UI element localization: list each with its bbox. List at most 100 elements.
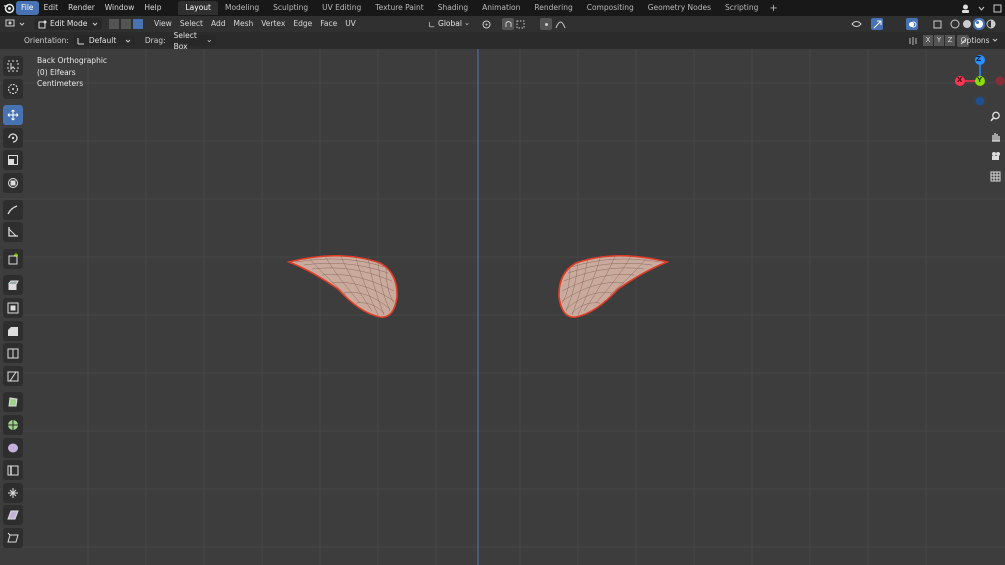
gizmo-z-negative[interactable] (975, 96, 985, 106)
options-button[interactable]: Options (958, 35, 1001, 46)
drag-label: Drag: (144, 36, 166, 45)
chevron-down-icon[interactable] (975, 2, 987, 14)
move-tool[interactable] (3, 105, 23, 126)
xray-toggle-icon[interactable] (931, 18, 943, 30)
view-name: Back Orthographic (37, 56, 108, 65)
pan-hand-icon[interactable] (988, 128, 1003, 144)
measure-tool[interactable] (3, 222, 23, 243)
tab-geometry-nodes[interactable]: Geometry Nodes (641, 1, 718, 15)
drag-dropdown[interactable]: Select Box (169, 31, 216, 51)
rendered-shading-icon[interactable] (985, 18, 997, 30)
menu-window[interactable]: Window (100, 1, 140, 15)
menu-face[interactable]: Face (316, 18, 341, 30)
left-toolbar (3, 56, 24, 550)
menu-edit[interactable]: Edit (39, 1, 64, 15)
scale-tool[interactable] (3, 150, 23, 171)
add-cube-tool[interactable] (3, 248, 23, 269)
tab-rendering[interactable]: Rendering (527, 1, 579, 15)
edge-select-button[interactable] (120, 18, 132, 30)
rip-region-tool[interactable] (3, 527, 23, 548)
pivot-point-icon[interactable] (480, 18, 492, 30)
blender-logo-icon[interactable] (2, 1, 16, 15)
3d-viewport[interactable]: Z X Y Back Orthographic (0) Elfears Cent… (0, 49, 1005, 565)
menu-edge[interactable]: Edge (289, 18, 316, 30)
inset-faces-tool[interactable] (3, 297, 23, 318)
gizmo-toggle-icon[interactable] (871, 18, 883, 30)
tab-modeling[interactable]: Modeling (218, 1, 266, 15)
select-box-tool[interactable] (3, 56, 23, 76)
mode-selector[interactable]: Edit Mode (34, 18, 102, 30)
menu-view[interactable]: View (150, 18, 176, 30)
shear-tool[interactable] (3, 505, 23, 526)
material-preview-icon[interactable] (973, 18, 985, 30)
annotate-tool[interactable] (3, 199, 23, 220)
menu-uv[interactable]: UV (341, 18, 360, 30)
snap-toggle-icon[interactable] (502, 18, 514, 30)
rotate-tool[interactable] (3, 127, 23, 148)
face-select-button[interactable] (132, 18, 144, 30)
add-workspace-button[interactable]: + (765, 3, 781, 14)
shrink-fatten-tool[interactable] (3, 482, 23, 503)
mirror-x-button[interactable]: X (923, 35, 933, 46)
editor-type-icon[interactable] (4, 18, 16, 30)
menu-vertex[interactable]: Vertex (257, 18, 289, 30)
tab-layout[interactable]: Layout (178, 1, 218, 15)
zoom-icon[interactable] (988, 108, 1003, 124)
chevron-down-icon (207, 39, 212, 42)
tab-sculpting[interactable]: Sculpting (266, 1, 315, 15)
right-ear-mesh[interactable] (558, 253, 670, 318)
tab-shading[interactable]: Shading (431, 1, 475, 15)
menu-select[interactable]: Select (176, 18, 207, 30)
orientation-value: Default (88, 36, 117, 45)
tab-texture-paint[interactable]: Texture Paint (368, 1, 430, 15)
edge-slide-tool[interactable] (3, 460, 23, 481)
visibility-icon[interactable] (850, 18, 862, 30)
wireframe-shading-icon[interactable] (949, 18, 961, 30)
transform-tool[interactable] (3, 172, 23, 193)
overlay-toggle-icon[interactable] (906, 18, 918, 30)
orientation-dropdown[interactable]: Default (72, 35, 135, 46)
ortho-grid-icon[interactable] (988, 168, 1003, 184)
bevel-tool[interactable] (3, 320, 23, 341)
mirror-z-button[interactable]: Z (945, 35, 955, 46)
menu-file[interactable]: File (16, 1, 39, 15)
snap-icon[interactable] (514, 18, 526, 30)
mirror-icon[interactable] (907, 35, 919, 47)
solid-shading-icon[interactable] (961, 18, 973, 30)
tab-scripting[interactable]: Scripting (718, 1, 765, 15)
menu-add[interactable]: Add (207, 18, 230, 30)
topbar-right-controls (959, 0, 1003, 16)
orientation-label: Orientation: (24, 36, 69, 45)
camera-view-icon[interactable] (988, 148, 1003, 164)
transform-orientation-dropdown[interactable]: Global (425, 18, 473, 30)
menu-mesh[interactable]: Mesh (229, 18, 257, 30)
knife-tool[interactable] (3, 365, 23, 386)
vertex-select-button[interactable] (108, 18, 120, 30)
smooth-tool[interactable] (3, 437, 23, 458)
viewport-header: Edit Mode View Select Add Mesh Vertex Ed… (0, 16, 1005, 32)
chevron-down-icon[interactable] (16, 18, 28, 30)
menu-help[interactable]: Help (139, 1, 166, 15)
tab-compositing[interactable]: Compositing (580, 1, 641, 15)
falloff-icon[interactable] (554, 18, 566, 30)
orientation-icon (429, 21, 435, 27)
tool-settings-bar: Orientation: Default Drag: Select Box X … (0, 31, 1005, 51)
view-layer-icon[interactable] (991, 2, 1003, 14)
menu-render[interactable]: Render (63, 1, 100, 15)
tab-animation[interactable]: Animation (475, 1, 527, 15)
extrude-region-tool[interactable] (3, 275, 23, 296)
mirror-y-button[interactable]: Y (934, 35, 944, 46)
edit-mode-icon (38, 20, 47, 28)
chevron-down-icon (992, 38, 998, 42)
scene-icon[interactable] (959, 2, 971, 14)
gizmo-x-negative[interactable] (995, 76, 1005, 86)
tab-uv-editing[interactable]: UV Editing (315, 1, 368, 15)
axis-icon (77, 37, 84, 44)
proportional-edit-icon[interactable] (540, 18, 552, 30)
spin-tool[interactable] (3, 414, 23, 435)
loop-cut-tool[interactable] (3, 343, 23, 364)
left-ear-mesh[interactable] (286, 253, 398, 318)
poly-build-tool[interactable] (3, 392, 23, 413)
cursor-tool[interactable] (3, 78, 23, 99)
unit-system: Centimeters (37, 79, 84, 88)
